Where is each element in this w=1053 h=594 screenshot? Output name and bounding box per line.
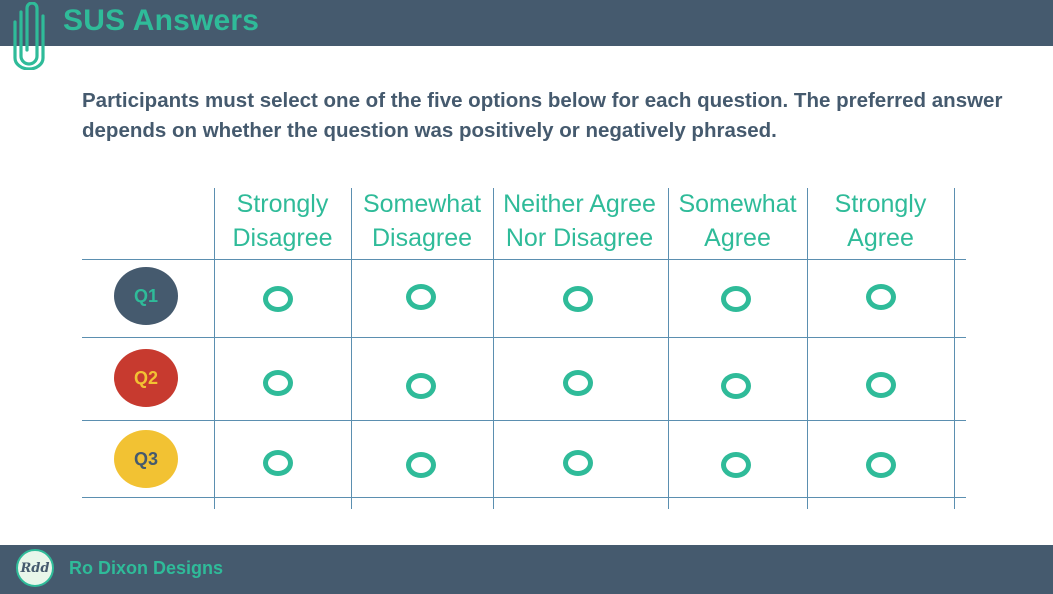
radio-q2-strongly-disagree[interactable]	[263, 370, 293, 396]
question-badge-q2: Q2	[114, 349, 178, 407]
radio-q3-somewhat-disagree[interactable]	[406, 452, 436, 478]
radio-q2-somewhat-agree[interactable]	[721, 373, 751, 399]
radio-q3-strongly-agree[interactable]	[866, 452, 896, 478]
radio-q1-somewhat-agree[interactable]	[721, 286, 751, 312]
column-header-line: Disagree	[232, 224, 333, 252]
grid-line-horizontal	[82, 337, 966, 338]
grid-line-horizontal	[82, 259, 966, 260]
radio-q1-neither[interactable]	[563, 286, 593, 312]
paperclip-icon	[13, 2, 45, 70]
column-header-line: Somewhat	[678, 190, 797, 218]
question-badge-q1: Q1	[114, 267, 178, 325]
intro-text: Participants must select one of the five…	[82, 89, 1003, 142]
column-header-neither: Neither Agree Nor Disagree	[491, 187, 668, 255]
column-header-line: Agree	[704, 224, 771, 252]
grid-line-horizontal	[82, 420, 966, 421]
column-header-somewhat-disagree: Somewhat Disagree	[351, 187, 493, 255]
radio-q3-neither[interactable]	[563, 450, 593, 476]
radio-q1-strongly-disagree[interactable]	[263, 286, 293, 312]
radio-q2-neither[interactable]	[563, 370, 593, 396]
grid-line-horizontal	[82, 497, 966, 498]
brand-name: Ro Dixon Designs	[69, 558, 224, 578]
column-header-line: Nor Disagree	[505, 224, 654, 252]
radio-q3-somewhat-agree[interactable]	[721, 452, 751, 478]
radio-q1-strongly-agree[interactable]	[866, 284, 896, 310]
brand-logo: Rdd	[16, 549, 54, 587]
question-badge-q3: Q3	[114, 430, 178, 488]
radio-q3-strongly-disagree[interactable]	[263, 450, 293, 476]
column-header-somewhat-agree: Somewhat Agree	[668, 187, 807, 255]
column-header-line: Strongly	[236, 190, 329, 218]
column-header-line: Somewhat	[362, 190, 482, 218]
column-header-line: Neither Agree	[503, 190, 656, 218]
column-header-strongly-disagree: Strongly Disagree	[214, 187, 351, 255]
radio-q2-strongly-agree[interactable]	[866, 372, 896, 398]
column-header-strongly-agree: Strongly Agree	[807, 187, 954, 255]
radio-q1-somewhat-disagree[interactable]	[406, 284, 436, 310]
column-header-line: Disagree	[371, 224, 473, 252]
column-header-line: Agree	[847, 224, 914, 252]
radio-q2-somewhat-disagree[interactable]	[406, 373, 436, 399]
grid-line-vertical	[954, 188, 955, 509]
column-header-line: Strongly	[834, 190, 927, 218]
page-title: SUS Answers	[63, 4, 260, 37]
